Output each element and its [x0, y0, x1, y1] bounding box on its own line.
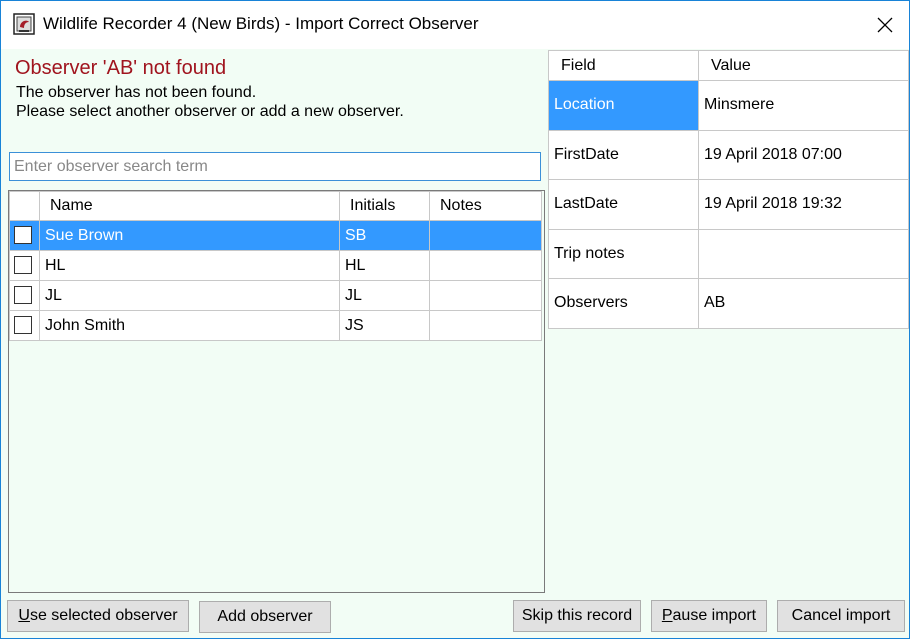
pause-import-label: ause import — [672, 607, 757, 624]
property-row[interactable]: FirstDate 19 April 2018 07:00 — [548, 129, 909, 180]
property-field[interactable]: Observers — [548, 278, 699, 329]
observer-name[interactable]: John Smith — [39, 310, 340, 341]
property-value[interactable]: 19 April 2018 07:00 — [698, 129, 909, 180]
column-header-name[interactable]: Name — [39, 191, 340, 221]
column-header-initials[interactable]: Initials — [339, 191, 430, 221]
property-row[interactable]: Observers AB — [548, 278, 909, 329]
property-row[interactable]: LastDate 19 April 2018 19:32 — [548, 179, 909, 230]
observer-row[interactable]: John Smith JS — [9, 310, 542, 341]
close-button[interactable] — [861, 1, 909, 49]
property-field[interactable]: FirstDate — [548, 129, 699, 180]
row-checkbox[interactable] — [14, 226, 32, 245]
observer-row[interactable]: Sue Brown SB — [9, 220, 542, 251]
observer-initials[interactable]: JL — [339, 280, 430, 311]
cancel-import-button[interactable]: Cancel import — [777, 600, 905, 632]
use-selected-observer-button[interactable]: Use selected observer — [7, 600, 189, 632]
record-properties-panel: Field Value Location Minsmere FirstDate … — [548, 50, 909, 593]
wildlife-recorder-app-icon — [13, 13, 35, 35]
window-title: Wildlife Recorder 4 (New Birds) - Import… — [43, 14, 479, 33]
close-icon — [877, 17, 893, 33]
skip-record-button[interactable]: Skip this record — [513, 600, 641, 632]
observer-notes[interactable] — [429, 220, 542, 251]
add-observer-button[interactable]: Add observer — [199, 601, 331, 633]
observer-search-input[interactable] — [9, 152, 541, 181]
row-checkbox[interactable] — [14, 256, 32, 275]
observer-row[interactable]: HL HL — [9, 250, 542, 281]
row-checkbox[interactable] — [14, 286, 32, 305]
observer-name[interactable]: HL — [39, 250, 340, 281]
observer-initials[interactable]: HL — [339, 250, 430, 281]
not-found-heading: Observer 'AB' not found — [15, 57, 227, 79]
observer-row[interactable]: JL JL — [9, 280, 542, 311]
observer-table-header: Name Initials Notes — [9, 191, 542, 221]
record-properties-table: Field Value Location Minsmere FirstDate … — [548, 50, 909, 329]
property-field[interactable]: Location — [548, 80, 699, 131]
mnemonic-p: P — [661, 607, 673, 624]
property-field[interactable]: LastDate — [548, 179, 699, 230]
observer-notes[interactable] — [429, 280, 542, 311]
observer-name[interactable]: JL — [39, 280, 340, 311]
row-checkbox-cell[interactable] — [9, 310, 40, 341]
properties-header: Field Value — [548, 50, 909, 81]
use-selected-label: se selected observer — [29, 607, 178, 624]
observer-table: Name Initials Notes Sue Brown SB HL HL J… — [9, 191, 542, 341]
property-field[interactable]: Trip notes — [548, 228, 699, 279]
observer-grid: Name Initials Notes Sue Brown SB HL HL J… — [8, 190, 545, 593]
row-checkbox-cell[interactable] — [9, 250, 40, 281]
property-value[interactable] — [698, 228, 909, 279]
observer-initials[interactable]: JS — [339, 310, 430, 341]
row-checkbox[interactable] — [14, 316, 32, 335]
import-observer-window: Wildlife Recorder 4 (New Birds) - Import… — [0, 0, 910, 639]
mnemonic-u: U — [18, 607, 30, 624]
row-checkbox-cell[interactable] — [9, 280, 40, 311]
property-value[interactable]: 19 April 2018 19:32 — [698, 179, 909, 230]
property-row[interactable]: Trip notes — [548, 228, 909, 279]
not-found-message: The observer has not been found. — [16, 84, 257, 101]
observer-initials[interactable]: SB — [339, 220, 430, 251]
property-value[interactable]: AB — [698, 278, 909, 329]
checkbox-column-header[interactable] — [9, 191, 40, 221]
observer-name[interactable]: Sue Brown — [39, 220, 340, 251]
property-value[interactable]: Minsmere — [698, 80, 909, 131]
column-header-field[interactable]: Field — [548, 50, 699, 81]
column-header-value[interactable]: Value — [698, 50, 909, 81]
property-row[interactable]: Location Minsmere — [548, 80, 909, 131]
instruction-message: Please select another observer or add a … — [16, 103, 404, 120]
column-header-notes[interactable]: Notes — [429, 191, 542, 221]
row-checkbox-cell[interactable] — [9, 220, 40, 251]
pause-import-button[interactable]: Pause import — [651, 600, 767, 632]
observer-notes[interactable] — [429, 250, 542, 281]
title-bar: Wildlife Recorder 4 (New Birds) - Import… — [1, 1, 909, 49]
observer-notes[interactable] — [429, 310, 542, 341]
